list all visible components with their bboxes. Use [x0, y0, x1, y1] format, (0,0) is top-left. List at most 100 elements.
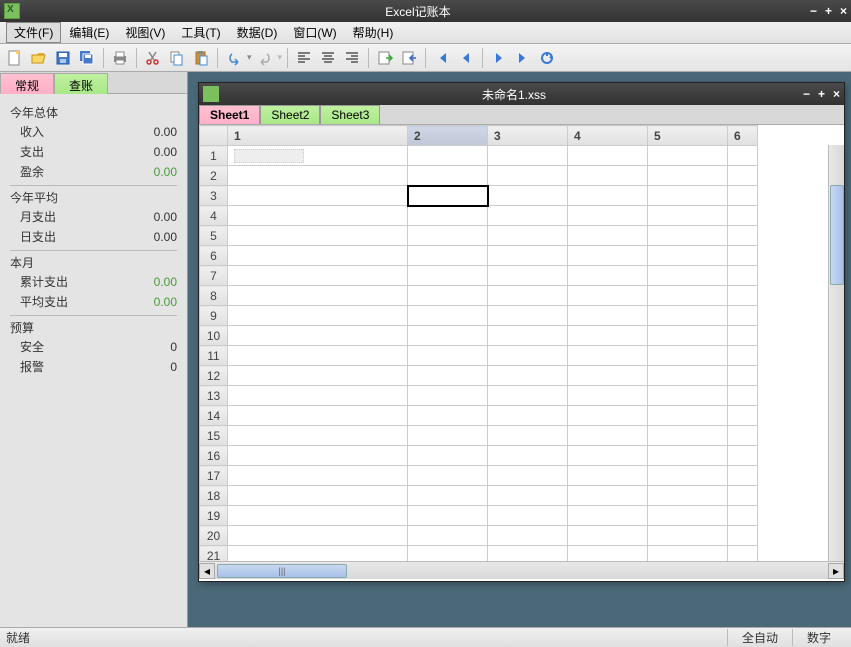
cell[interactable]	[228, 386, 408, 406]
cell[interactable]	[648, 166, 728, 186]
cell[interactable]	[728, 326, 758, 346]
column-header[interactable]: 1	[228, 126, 408, 146]
cell[interactable]	[648, 366, 728, 386]
cell[interactable]	[408, 146, 488, 166]
cell[interactable]	[488, 446, 568, 466]
cell[interactable]	[408, 386, 488, 406]
cell[interactable]	[568, 426, 648, 446]
cell[interactable]	[228, 446, 408, 466]
cell[interactable]	[228, 146, 408, 166]
row-header[interactable]: 1	[200, 146, 228, 166]
cell[interactable]	[228, 326, 408, 346]
cell[interactable]	[728, 186, 758, 206]
cut-icon[interactable]	[142, 47, 164, 69]
cell[interactable]	[568, 206, 648, 226]
cell[interactable]	[408, 246, 488, 266]
row-header[interactable]: 7	[200, 266, 228, 286]
menu-view[interactable]: 视图(V)	[117, 22, 173, 43]
cell[interactable]	[408, 346, 488, 366]
row-header[interactable]: 17	[200, 466, 228, 486]
cell[interactable]	[488, 546, 568, 562]
column-header[interactable]: 5	[648, 126, 728, 146]
row-header[interactable]: 15	[200, 426, 228, 446]
cell[interactable]	[648, 486, 728, 506]
horizontal-scrollbar[interactable]: ◂ ||| ▸	[199, 561, 844, 579]
cell[interactable]	[228, 246, 408, 266]
cell[interactable]	[728, 286, 758, 306]
maximize-button[interactable]: +	[825, 4, 832, 18]
sidebar-tab-audit[interactable]: 查账	[54, 73, 108, 94]
cell[interactable]	[568, 286, 648, 306]
cell[interactable]	[488, 266, 568, 286]
cell[interactable]	[648, 186, 728, 206]
cell[interactable]	[728, 466, 758, 486]
cell[interactable]	[488, 526, 568, 546]
menu-window[interactable]: 窗口(W)	[285, 22, 344, 43]
cell[interactable]	[568, 326, 648, 346]
cell[interactable]	[228, 506, 408, 526]
cell[interactable]	[408, 366, 488, 386]
row-header[interactable]: 16	[200, 446, 228, 466]
cell[interactable]	[408, 486, 488, 506]
doc-minimize-button[interactable]: −	[803, 87, 810, 101]
cell[interactable]	[728, 206, 758, 226]
row-header[interactable]: 18	[200, 486, 228, 506]
sidebar-tab-general[interactable]: 常规	[0, 73, 54, 94]
cell[interactable]	[408, 226, 488, 246]
cell[interactable]	[408, 286, 488, 306]
cell[interactable]	[408, 546, 488, 562]
menu-help[interactable]: 帮助(H)	[345, 22, 402, 43]
copy-icon[interactable]	[166, 47, 188, 69]
cell[interactable]	[488, 166, 568, 186]
cell[interactable]	[228, 466, 408, 486]
cell[interactable]	[568, 506, 648, 526]
cell[interactable]	[568, 486, 648, 506]
cell[interactable]	[568, 466, 648, 486]
cell[interactable]	[728, 526, 758, 546]
vertical-scroll-thumb[interactable]	[830, 185, 844, 285]
cell[interactable]	[728, 266, 758, 286]
row-header[interactable]: 19	[200, 506, 228, 526]
row-header[interactable]: 9	[200, 306, 228, 326]
cell[interactable]	[728, 226, 758, 246]
minimize-button[interactable]: −	[810, 4, 817, 18]
close-button[interactable]: ×	[840, 4, 847, 18]
cell[interactable]	[728, 506, 758, 526]
cell[interactable]	[488, 246, 568, 266]
cell[interactable]	[728, 446, 758, 466]
cell[interactable]	[728, 386, 758, 406]
cell[interactable]	[228, 206, 408, 226]
cell[interactable]	[488, 286, 568, 306]
column-header[interactable]: 6	[728, 126, 758, 146]
new-icon[interactable]	[4, 47, 26, 69]
export-icon[interactable]	[374, 47, 396, 69]
align-left-icon[interactable]	[293, 47, 315, 69]
sheet-tab-2[interactable]: Sheet2	[260, 105, 320, 124]
cell[interactable]	[568, 306, 648, 326]
cell[interactable]	[648, 426, 728, 446]
menu-edit[interactable]: 编辑(E)	[61, 22, 117, 43]
cell[interactable]	[648, 286, 728, 306]
menu-file[interactable]: 文件(F)	[6, 22, 61, 43]
sheet-tab-3[interactable]: Sheet3	[320, 105, 380, 124]
nav-first-icon[interactable]	[431, 47, 453, 69]
column-header[interactable]: 3	[488, 126, 568, 146]
nav-next-icon[interactable]	[488, 47, 510, 69]
cell[interactable]	[568, 526, 648, 546]
cell[interactable]	[408, 306, 488, 326]
cell[interactable]	[408, 406, 488, 426]
import-icon[interactable]	[398, 47, 420, 69]
cell[interactable]	[408, 446, 488, 466]
nav-last-icon[interactable]	[512, 47, 534, 69]
cell[interactable]	[728, 146, 758, 166]
menu-data[interactable]: 数据(D)	[229, 22, 286, 43]
cell[interactable]	[488, 326, 568, 346]
cell[interactable]	[648, 466, 728, 486]
cell[interactable]	[568, 406, 648, 426]
align-center-icon[interactable]	[317, 47, 339, 69]
cell[interactable]	[488, 466, 568, 486]
row-header[interactable]: 12	[200, 366, 228, 386]
cell[interactable]	[228, 286, 408, 306]
cell[interactable]	[488, 146, 568, 166]
scroll-left-button[interactable]: ◂	[199, 563, 215, 579]
